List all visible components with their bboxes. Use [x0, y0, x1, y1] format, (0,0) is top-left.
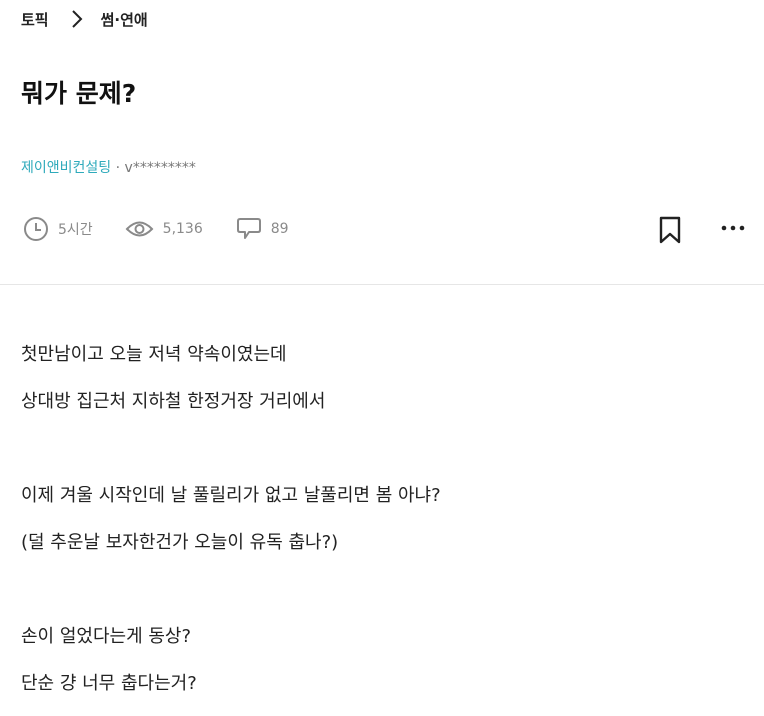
chevron-right-icon: [71, 9, 83, 29]
clock-icon: [24, 217, 48, 241]
body-line: 이제 겨울 시작인데 날 풀릴리가 없고 날풀리면 봄 아냐?: [21, 485, 441, 506]
author-line: 제이앤비컨설팅 · v*********: [21, 157, 196, 177]
post-meta: 5시간 5,136 89: [23, 214, 289, 244]
bookmark-button[interactable]: [658, 216, 682, 248]
breadcrumb-topic-link[interactable]: 토픽: [21, 9, 49, 30]
views-stat: 5,136: [125, 218, 203, 240]
body-line: 첫만남이고 오늘 저녁 약속이였는데: [21, 344, 287, 365]
bookmark-icon: [659, 216, 681, 244]
comment-count: 89: [270, 221, 289, 237]
time-stat: 5시간: [23, 216, 93, 242]
breadcrumb-category-link[interactable]: 썸·연애: [101, 9, 148, 30]
body-line: 상대방 집근처 지하철 한정거장 거리에서: [21, 391, 326, 412]
author-id: v*********: [124, 160, 196, 176]
body-line: 손이 얼었다는게 동상?: [21, 626, 192, 647]
author-company[interactable]: 제이앤비컨설팅: [21, 160, 111, 176]
time-ago: 5시간: [58, 222, 93, 238]
speech-bubble-icon: [236, 218, 261, 239]
body-line: 단순 걍 너무 춥다는거?: [21, 673, 197, 694]
body-line: [21, 434, 741, 481]
more-options-button[interactable]: [719, 218, 747, 242]
comments-stat[interactable]: 89: [236, 216, 289, 242]
breadcrumb: 토픽 썸·연애: [21, 8, 148, 30]
post-body: 첫만남이고 오늘 저녁 약속이였는데 상대방 집근처 지하철 한정거장 거리에서…: [21, 340, 741, 716]
post-title: 뭐가 문제?: [21, 79, 137, 108]
divider: [0, 284, 764, 285]
author-separator: ·: [111, 160, 125, 176]
body-line: [21, 575, 741, 622]
more-horizontal-icon: [721, 225, 745, 231]
eye-icon: [125, 221, 154, 237]
body-line: (덜 추운날 보자한건가 오늘이 유독 춥나?): [21, 532, 339, 553]
view-count: 5,136: [162, 221, 203, 237]
